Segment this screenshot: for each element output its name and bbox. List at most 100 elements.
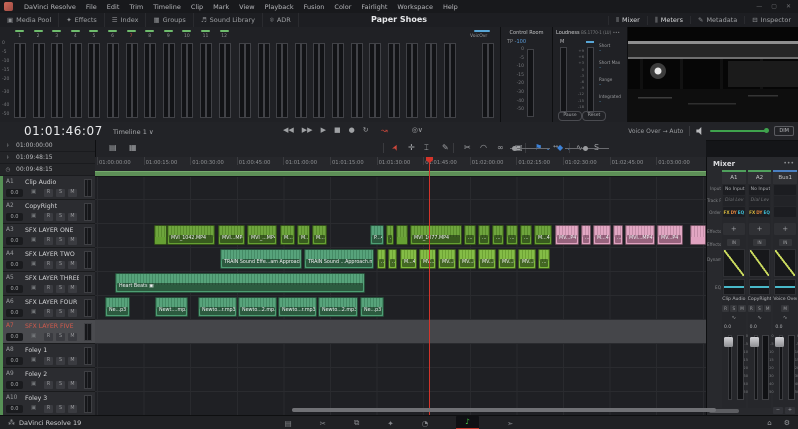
marker-row[interactable]: ⊦01:00:00:00 [0, 140, 95, 152]
track-gain-value[interactable]: 0.0 [6, 381, 23, 389]
solo-button[interactable]: S [56, 405, 65, 413]
audio-clip[interactable]: M...4 [312, 225, 327, 245]
effects-button[interactable]: ✦Effects [59, 13, 105, 27]
menu-item-fusion[interactable]: Fusion [299, 3, 330, 11]
metadata-panel-button[interactable]: ✎Metadata [690, 16, 744, 24]
solo-button[interactable]: S [56, 189, 65, 197]
audio-clip[interactable] [690, 225, 706, 245]
strip-eq-graph[interactable] [749, 279, 771, 295]
page-button-deliver[interactable]: ➣ [507, 419, 513, 428]
lock-icon[interactable]: ▣ [31, 237, 36, 243]
audio-clip[interactable]: ... [581, 225, 591, 245]
strip-track-fx[interactable]: Dial Lev [749, 196, 771, 206]
mute-button[interactable]: M [781, 305, 789, 312]
audio-clip[interactable]: ... [506, 225, 518, 245]
slider-handle[interactable] [512, 146, 517, 151]
audio-clip[interactable]: MV...P4 [458, 249, 476, 269]
playhead-line[interactable] [429, 157, 430, 415]
track-gain-value[interactable]: 0.0 [6, 237, 23, 245]
pause-button[interactable]: Pause [558, 111, 582, 121]
play-button[interactable]: ▶ [321, 126, 326, 134]
strip-track-fx[interactable] [774, 196, 796, 206]
mute-button[interactable]: M [68, 357, 77, 365]
horizontal-zoom-slider[interactable] [565, 148, 609, 149]
timeline-horizontal-scrollbar[interactable] [292, 408, 716, 412]
record-arm-button[interactable]: R [722, 305, 729, 312]
audio-clip[interactable]: M...4 [280, 225, 295, 245]
audio-clip[interactable]: MV...P4 [478, 249, 496, 269]
mute-button[interactable]: M [68, 405, 77, 413]
record-arm-button[interactable]: R [748, 305, 755, 312]
strip-automation-icon[interactable]: ∿ [773, 314, 797, 323]
audio-clip[interactable]: MV...P4 [657, 225, 683, 245]
page-button-media[interactable]: ▤ [285, 419, 292, 428]
audio-clip[interactable]: Newt....mp3 [155, 297, 188, 317]
record-button[interactable]: ● [349, 126, 355, 134]
track-gain-value[interactable]: 0.0 [6, 213, 23, 221]
track-lane-a9[interactable] [95, 368, 706, 392]
strip-input-select[interactable]: No Input [749, 185, 771, 195]
mute-button[interactable]: M [68, 333, 77, 341]
lock-icon[interactable]: ▣ [31, 261, 36, 267]
audio-clip[interactable]: MV...P4 [518, 249, 536, 269]
menu-item-playback[interactable]: Playback [260, 3, 299, 11]
strip-input-select[interactable]: No Input [723, 185, 745, 195]
reset-button[interactable]: Reset [582, 111, 606, 121]
audio-clip[interactable]: MV...P4 [498, 249, 516, 269]
strip-automation-icon[interactable]: ∿ [748, 314, 772, 323]
audio-clip[interactable]: Ne...p3 [360, 297, 384, 317]
track-gain-value[interactable]: 0.0 [6, 189, 23, 197]
adr-button[interactable]: ⌾ADR [263, 13, 299, 27]
speaker-icon[interactable] [696, 127, 704, 135]
track-header-a3[interactable]: A3SFX LAYER ONE0.0▣RSM [0, 224, 95, 248]
mute-button[interactable]: M [68, 285, 77, 293]
audio-clip[interactable]: MV...P4 [555, 225, 579, 245]
meters-panel-button[interactable]: ⫼Meters [647, 16, 690, 25]
link-clips-tool[interactable]: ∞ [497, 143, 504, 152]
mute-button[interactable]: M [68, 381, 77, 389]
strip-track-fx[interactable]: Dial Lev [723, 196, 745, 206]
audio-clip[interactable]: Newto...r.mp3 [198, 297, 237, 317]
menu-item-help[interactable]: Help [438, 3, 463, 11]
mixer-panel-button[interactable]: ⫴Mixer [608, 16, 646, 25]
menu-item-timeline[interactable]: Timeline [148, 3, 186, 11]
audio-clip[interactable]: ... [478, 225, 490, 245]
audio-clip[interactable] [154, 225, 167, 245]
record-arm-button[interactable]: R [44, 357, 53, 365]
audio-clip[interactable]: MVI_1042.MP4 [167, 225, 215, 245]
strip-dynamics-graph[interactable] [774, 249, 796, 277]
solo-button[interactable]: S [56, 357, 65, 365]
solo-button[interactable]: S [56, 261, 65, 269]
track-lane-a4[interactable]: TRAIN Sound Effe...am Approach.mp3TRAIN … [95, 248, 706, 272]
audio-clip[interactable]: MVI...MP4 [625, 225, 655, 245]
loudness-menu-button[interactable]: ••• [613, 30, 620, 35]
track-lane-a1[interactable] [95, 176, 706, 200]
strip-eq-graph[interactable] [774, 279, 796, 295]
audio-clip[interactable]: MVI_...MP4 [247, 225, 277, 245]
record-arm-button[interactable]: R [44, 189, 53, 197]
audio-clip[interactable]: .. [377, 249, 386, 269]
close-button[interactable]: ✕ [786, 0, 791, 13]
track-lane-a6[interactable]: Ne...p3Newt....mp3Newto...r.mp3Newto...2… [95, 296, 706, 320]
pencil-tool[interactable]: ✎ [442, 143, 449, 152]
lock-icon[interactable]: ▣ [31, 213, 36, 219]
audio-clip[interactable]: ... [538, 249, 550, 269]
mixer-menu-button[interactable]: ••• [783, 160, 794, 167]
strip-input-select[interactable] [774, 185, 796, 195]
menu-item-file[interactable]: File [81, 3, 102, 11]
strip-order[interactable] [774, 207, 796, 217]
record-arm-button[interactable]: R [44, 333, 53, 341]
lock-icon[interactable]: ▣ [31, 333, 36, 339]
minimize-button[interactable]: — [756, 0, 762, 13]
menu-item-view[interactable]: View [234, 3, 259, 11]
track-header-a8[interactable]: A8Foley 10.0▣RSM [0, 344, 95, 368]
mute-button[interactable]: M [68, 189, 77, 197]
audio-clip[interactable]: ... [492, 225, 504, 245]
inspector-panel-button[interactable]: ⊟Inspector [744, 16, 798, 24]
track-lane-a3[interactable]: MVI_1042.MP4MVI...MP4MVI_...MP4M...4M...… [95, 224, 706, 248]
track-header-a1[interactable]: A1Clip Audio0.0▣RSM [0, 176, 95, 200]
rewind-button[interactable]: ◀◀ [283, 126, 294, 134]
marker-row[interactable]: ◷00:09:48:15 [0, 164, 95, 176]
timecode-display[interactable]: 01:01:46:07 [24, 124, 103, 138]
track-gain-value[interactable]: 0.0 [6, 357, 23, 365]
